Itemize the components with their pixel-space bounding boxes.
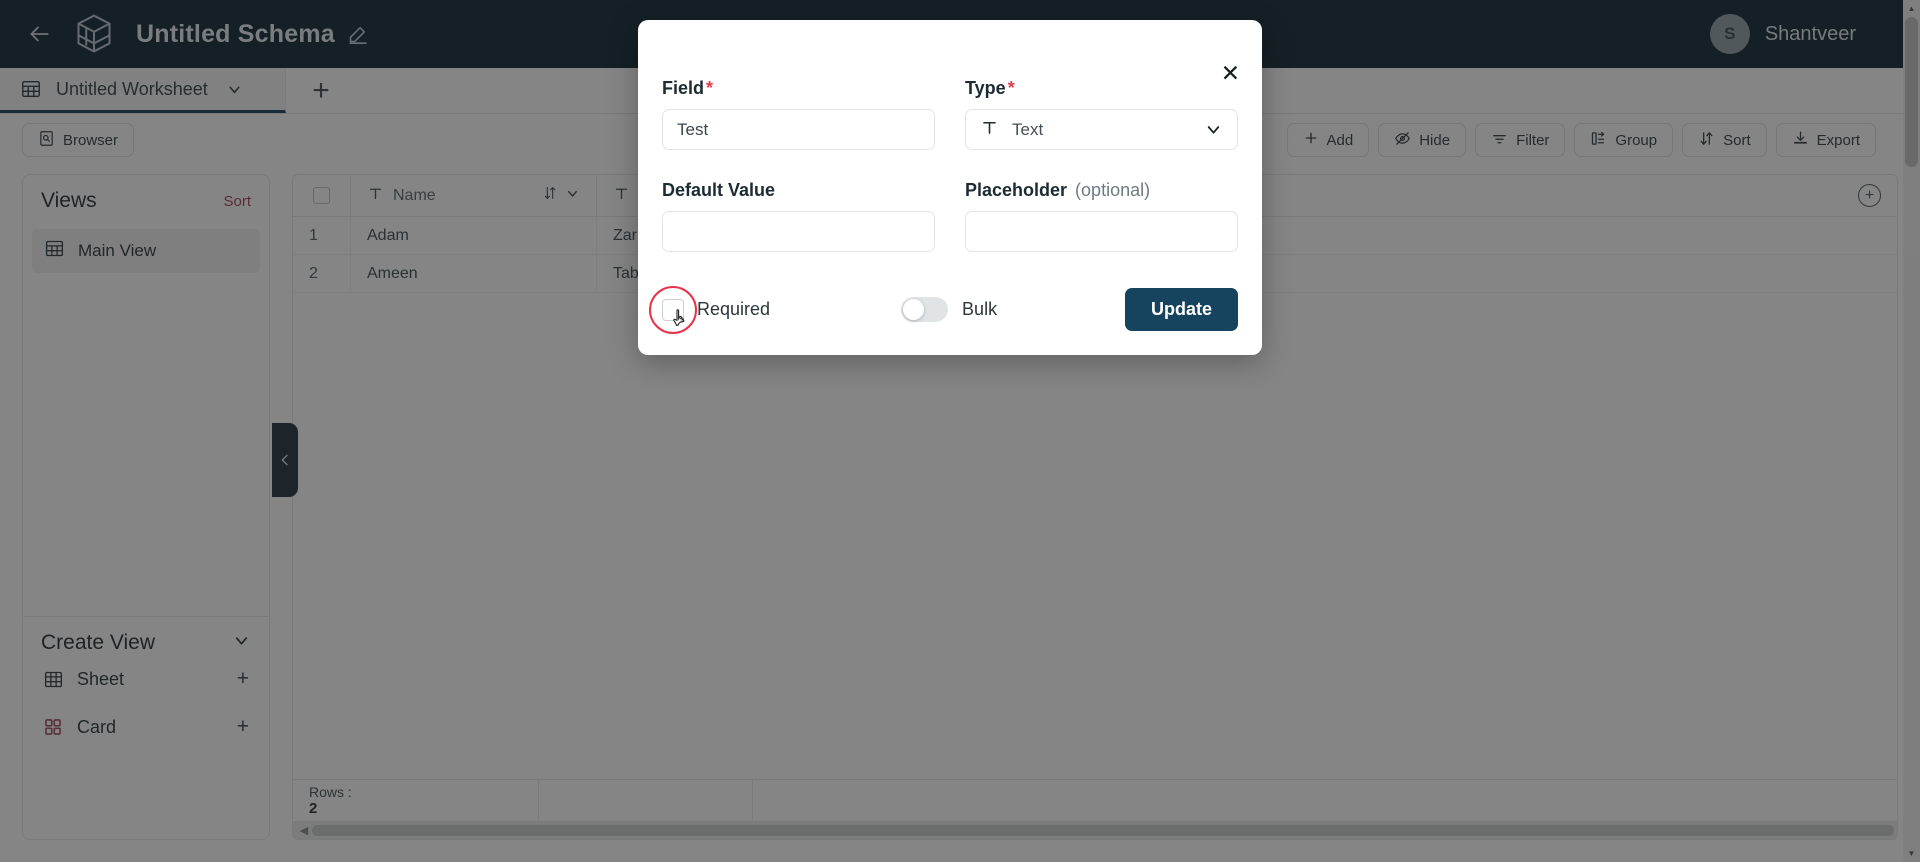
required-checkbox-group[interactable]: Required xyxy=(649,285,771,334)
default-value-input[interactable] xyxy=(662,211,935,252)
edit-field-modal: ✕ Field * Type * Text xyxy=(638,20,1262,355)
field-label-text: Field xyxy=(662,78,705,98)
required-checkbox[interactable] xyxy=(662,298,684,321)
bulk-toggle[interactable] xyxy=(901,297,949,322)
type-select[interactable]: Text xyxy=(965,109,1238,150)
modal-gap-2 xyxy=(662,252,1238,288)
placeholder-label: Placeholder (optional) xyxy=(965,180,1238,201)
bulk-toggle-knob xyxy=(903,299,925,320)
type-select-value: Text xyxy=(1012,119,1044,139)
default-value-label: Default Value xyxy=(662,180,935,201)
placeholder-optional-text: (optional) xyxy=(1075,180,1151,200)
placeholder-label-text: Placeholder xyxy=(965,180,1068,200)
chevron-down-icon[interactable] xyxy=(1204,120,1223,139)
field-label: Field * xyxy=(662,78,935,99)
default-value-label-text: Default Value xyxy=(662,180,776,200)
modal-row-field-type: Field * Type * Text xyxy=(662,78,1238,150)
required-label: Required xyxy=(697,299,771,319)
required-asterisk: * xyxy=(1007,78,1015,98)
app-root: Untitled Schema S Shantveer Untitled Wor… xyxy=(0,0,1920,862)
type-label-text: Type xyxy=(965,78,1006,98)
required-asterisk: * xyxy=(706,78,714,98)
close-icon[interactable]: ✕ xyxy=(1221,62,1240,85)
placeholder-input[interactable] xyxy=(965,211,1238,252)
placeholder-group: Placeholder (optional) xyxy=(965,180,1238,252)
modal-row-default-placeholder: Default Value Placeholder (optional) xyxy=(662,180,1238,252)
bulk-label: Bulk xyxy=(962,299,998,319)
field-name-input[interactable] xyxy=(662,109,935,150)
field-group: Field * xyxy=(662,78,935,150)
type-group: Type * Text xyxy=(965,78,1238,150)
modal-gap xyxy=(662,150,1238,180)
type-label: Type * xyxy=(965,78,1238,99)
default-value-group: Default Value xyxy=(662,180,935,252)
modal-footer: Required Bulk Update xyxy=(649,285,1238,334)
text-type-icon xyxy=(980,118,999,142)
bulk-toggle-group[interactable]: Bulk xyxy=(901,297,997,322)
update-button[interactable]: Update xyxy=(1124,288,1238,331)
